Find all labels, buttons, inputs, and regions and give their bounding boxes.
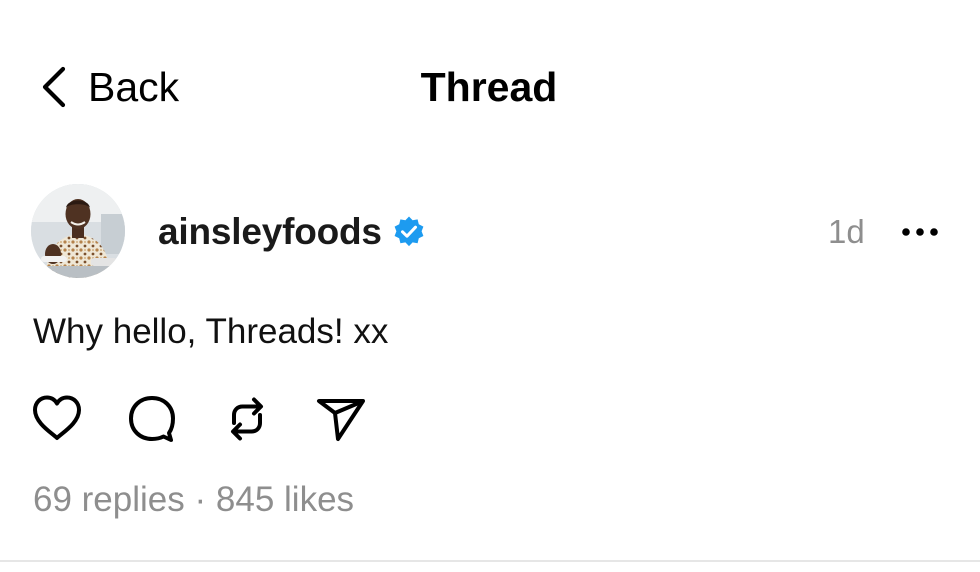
post-timestamp: 1d: [828, 213, 865, 250]
post-body-text: Why hello, Threads! xx: [33, 312, 389, 351]
more-horizontal-icon: [901, 227, 939, 237]
heart-icon: [30, 393, 84, 445]
comment-icon: [125, 393, 179, 445]
replies-count[interactable]: 69 replies: [33, 480, 185, 519]
repost-icon: [220, 393, 274, 445]
repost-button[interactable]: [220, 393, 274, 445]
more-options-button[interactable]: [896, 214, 944, 250]
reply-button[interactable]: [125, 393, 179, 445]
stats-separator: ·: [194, 480, 207, 519]
header-bar: Back Thread: [0, 0, 980, 175]
likes-count[interactable]: 845 likes: [216, 480, 354, 519]
username: ainsleyfoods: [158, 211, 382, 252]
post-stats[interactable]: 69 replies · 845 likes: [33, 477, 354, 523]
verified-badge-icon: [392, 215, 426, 249]
username-link[interactable]: ainsleyfoods: [158, 208, 426, 256]
like-button[interactable]: [30, 393, 84, 445]
send-icon: [315, 393, 369, 445]
post-header: ainsleyfoods 1d: [0, 184, 980, 280]
divider: [0, 560, 980, 562]
page-title: Thread: [420, 64, 558, 110]
share-button[interactable]: [315, 393, 369, 445]
avatar[interactable]: [31, 184, 125, 278]
